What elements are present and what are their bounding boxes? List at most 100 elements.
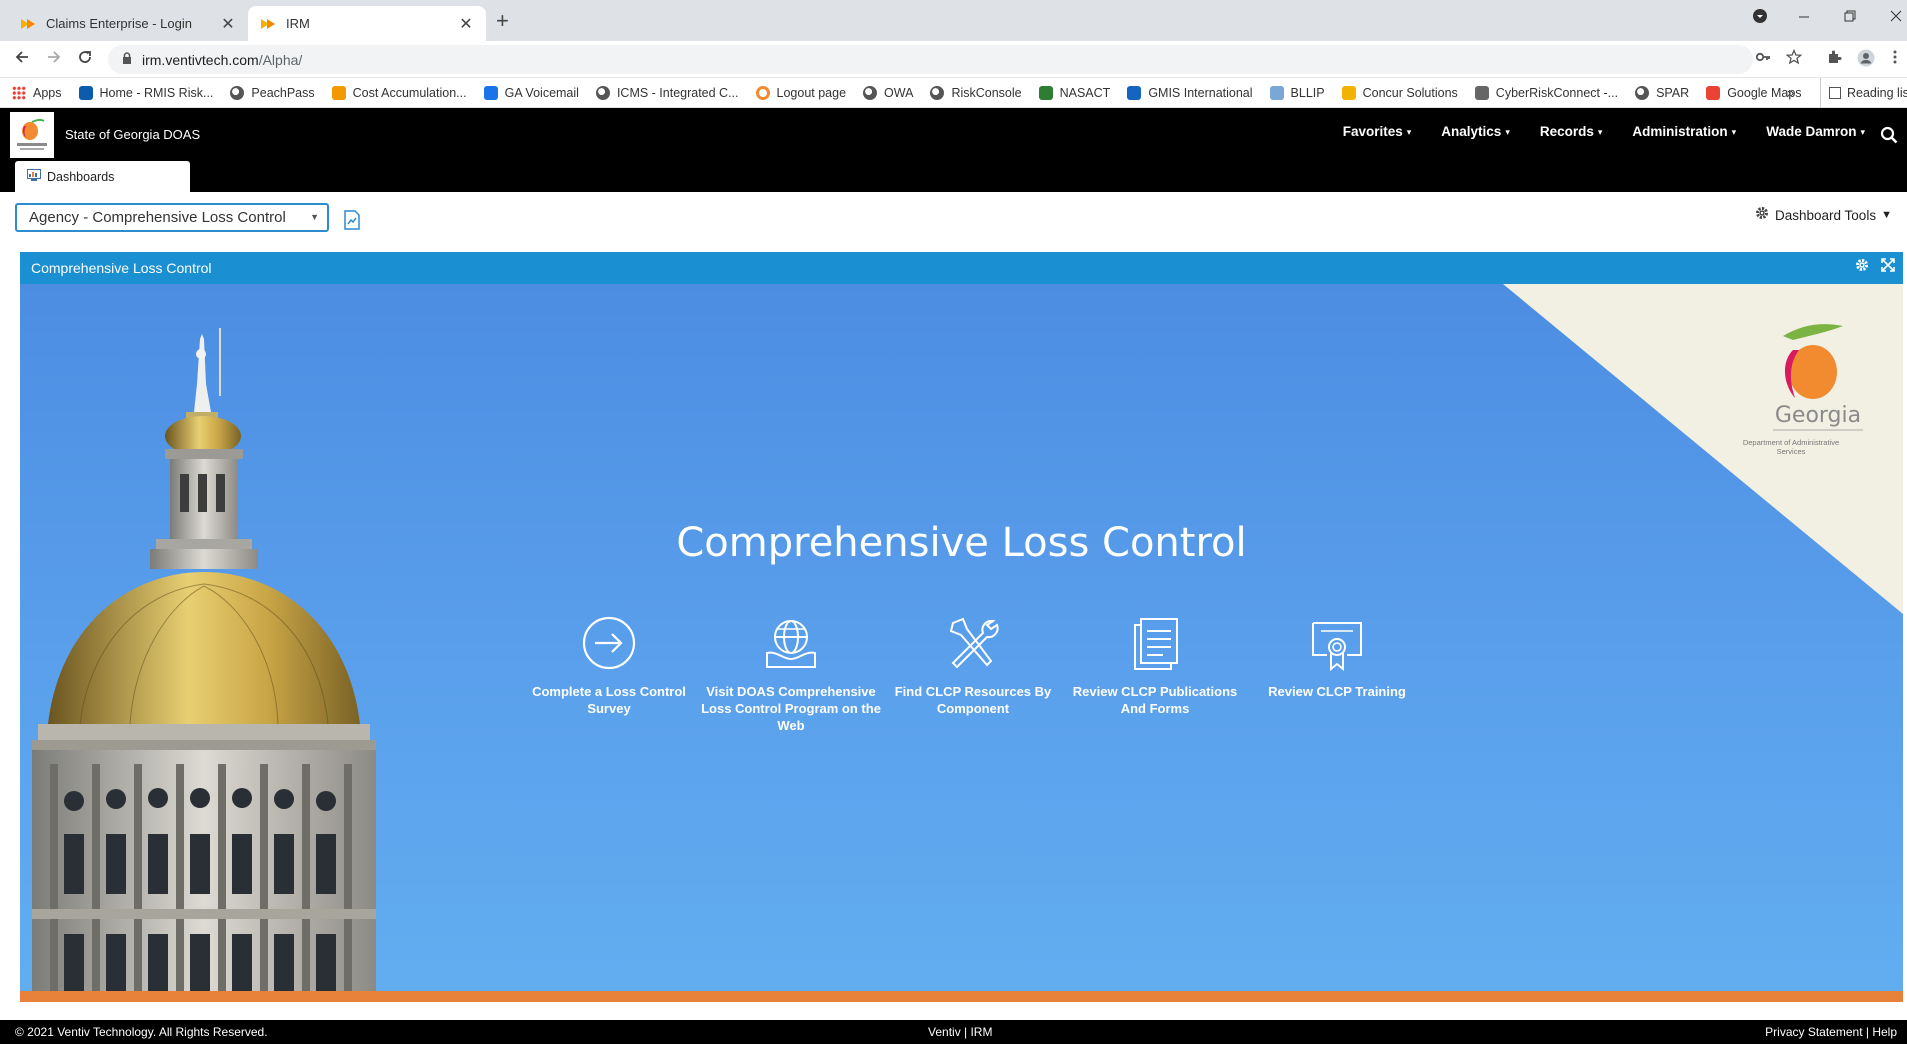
accent-bar <box>20 991 1903 1002</box>
document-icon <box>1269 85 1284 100</box>
close-icon[interactable]: ✕ <box>220 14 236 34</box>
reload-icon[interactable] <box>77 49 93 70</box>
page-footer: © 2021 Ventiv Technology. All Rights Res… <box>0 1020 1907 1044</box>
reading-list-button[interactable]: Reading list <box>1820 78 1907 108</box>
bookmark-item[interactable]: GMIS International <box>1127 85 1253 100</box>
extensions-puzzle-icon[interactable] <box>1826 49 1842 70</box>
hero-banner: Georgia Department of Administrative Ser… <box>20 284 1903 991</box>
globe-icon <box>930 85 945 100</box>
back-arrow-icon[interactable] <box>14 49 30 70</box>
logo-subtext: Department of Administrative Services <box>1742 438 1840 456</box>
sharepoint-icon <box>78 85 93 100</box>
globe-icon <box>230 85 245 100</box>
bookmark-label: OWA <box>884 85 914 100</box>
close-icon[interactable]: ✕ <box>458 14 474 34</box>
bookmark-item[interactable]: Cost Accumulation... <box>331 85 467 100</box>
forward-arrow-icon[interactable] <box>46 49 62 70</box>
arrow-circle-icon <box>581 609 637 671</box>
globe-icon <box>595 85 610 100</box>
chevron-down-icon: ▾ <box>1505 127 1510 137</box>
nav-records[interactable]: Records ▾ <box>1540 124 1603 139</box>
action-review-publications[interactable]: Review CLCP Publications And Forms <box>1064 609 1246 734</box>
bookmark-item[interactable]: SPAR <box>1635 85 1689 100</box>
url-input[interactable]: irm.ventivtech.com/Alpha/ <box>108 45 1753 74</box>
bookmark-label: BLLIP <box>1290 85 1325 100</box>
gmis-icon <box>1127 85 1142 100</box>
action-visit-doas-web[interactable]: Visit DOAS Comprehensive Loss Control Pr… <box>700 609 882 734</box>
nav-user-menu[interactable]: Wade Damron ▾ <box>1766 124 1865 139</box>
bookmark-item[interactable]: CyberRiskConnect -... <box>1474 85 1619 100</box>
bookmark-label: GMIS International <box>1148 85 1253 100</box>
chevron-down-icon: ▾ <box>1860 127 1865 137</box>
bookmark-item[interactable]: GA Voicemail <box>483 85 579 100</box>
search-icon[interactable] <box>1880 126 1898 147</box>
bookmark-item[interactable]: OWA <box>863 85 914 100</box>
bookmark-label: RiskConsole <box>951 85 1022 100</box>
dropdown-arrow-icon: ▼ <box>310 212 319 222</box>
action-review-training[interactable]: Review CLCP Training <box>1246 609 1428 734</box>
product-name: Ventiv | IRM <box>928 1025 993 1039</box>
key-icon[interactable] <box>1755 49 1771 70</box>
minimize-icon[interactable] <box>1798 8 1810 29</box>
star-logo-icon <box>1038 85 1053 100</box>
action-find-resources[interactable]: Find CLCP Resources By Component <box>882 609 1064 734</box>
widget-settings-gear-icon[interactable] <box>1855 258 1869 275</box>
restore-icon[interactable] <box>1844 8 1856 29</box>
bookmark-item[interactable]: NASACT <box>1038 85 1110 100</box>
report-icon[interactable] <box>343 210 361 233</box>
browser-menu-icon[interactable] <box>1893 49 1897 70</box>
bookmark-item[interactable]: BLLIP <box>1269 85 1325 100</box>
bookmark-item[interactable]: RiskConsole <box>930 85 1022 100</box>
georgia-logo[interactable] <box>10 112 54 158</box>
reading-list-label: Reading list <box>1847 86 1907 100</box>
bookmark-label: CyberRiskConnect -... <box>1495 85 1619 100</box>
bookmark-item[interactable]: Logout page <box>755 85 846 100</box>
calendar-icon <box>483 85 498 100</box>
browser-tab-strip: Claims Enterprise - Login ✕ IRM ✕ + <box>0 0 1907 41</box>
bookmark-item[interactable]: ICMS - Integrated C... <box>595 85 739 100</box>
expand-icon[interactable] <box>1881 258 1895 275</box>
action-label: Complete a Loss Control Survey <box>532 684 686 716</box>
concur-icon <box>1341 85 1356 100</box>
star-bookmark-icon[interactable] <box>1785 48 1803 70</box>
bookmark-label: GA Voicemail <box>504 85 579 100</box>
dashboard-select[interactable]: Agency - Comprehensive Loss Control ▼ <box>15 203 329 232</box>
dashboard-tools-button[interactable]: Dashboard Tools ▼ <box>1755 206 1892 224</box>
bookmark-item[interactable]: PeachPass <box>230 85 315 100</box>
nav-analytics[interactable]: Analytics ▾ <box>1441 124 1510 139</box>
bookmark-label: Cost Accumulation... <box>352 85 467 100</box>
app-header: State of Georgia DOAS Favorites ▾ Analyti… <box>0 108 1907 192</box>
browser-tab-irm[interactable]: IRM ✕ <box>248 6 486 41</box>
browser-tab-claims[interactable]: Claims Enterprise - Login ✕ <box>8 6 248 41</box>
new-tab-button[interactable]: + <box>496 8 509 34</box>
tab-dashboards[interactable]: Dashboards <box>15 161 190 192</box>
tab-label: Dashboards <box>47 169 115 184</box>
close-window-icon[interactable] <box>1890 8 1902 29</box>
bookmark-item[interactable]: Apps <box>12 85 62 100</box>
dashboard-widget: Comprehensive Loss Control Georgia Depar… <box>20 252 1903 1002</box>
action-complete-survey[interactable]: Complete a Loss Control Survey <box>518 609 700 734</box>
hero-title: Comprehensive Loss Control <box>676 520 1247 566</box>
tab-title: Claims Enterprise - Login <box>46 16 192 31</box>
dashboard-tools-label: Dashboard Tools <box>1775 207 1877 223</box>
bookmark-label: Home - RMIS Risk... <box>99 85 214 100</box>
tools-icon <box>945 609 1001 671</box>
main-navigation: Favorites ▾ Analytics ▾ Records ▾ Administr… <box>1313 124 1865 139</box>
profile-menu-icon[interactable] <box>1752 8 1768 29</box>
footer-links[interactable]: Privacy Statement | Help <box>1765 1025 1897 1039</box>
selected-dashboard-value: Agency - Comprehensive Loss Control <box>29 209 286 226</box>
action-label: Review CLCP Publications And Forms <box>1072 684 1238 716</box>
widget-header: Comprehensive Loss Control <box>20 252 1903 284</box>
nav-administration[interactable]: Administration ▾ <box>1632 124 1736 139</box>
bookmark-item[interactable]: Home - RMIS Risk... <box>78 85 214 100</box>
chevron-down-icon: ▾ <box>1597 127 1603 137</box>
organization-name: State of Georgia DOAS <box>65 127 201 142</box>
bookmark-item[interactable]: Concur Solutions <box>1341 85 1458 100</box>
url-host: irm.ventivtech.com <box>142 51 259 68</box>
globe-hand-icon <box>763 609 819 671</box>
profile-avatar-icon[interactable] <box>1857 49 1875 72</box>
nav-favorites[interactable]: Favorites ▾ <box>1343 124 1412 139</box>
bookmark-label: ICMS - Integrated C... <box>616 85 739 100</box>
ventiv-tab-icon <box>260 16 276 32</box>
more-bookmarks-button[interactable]: » <box>1787 85 1794 100</box>
